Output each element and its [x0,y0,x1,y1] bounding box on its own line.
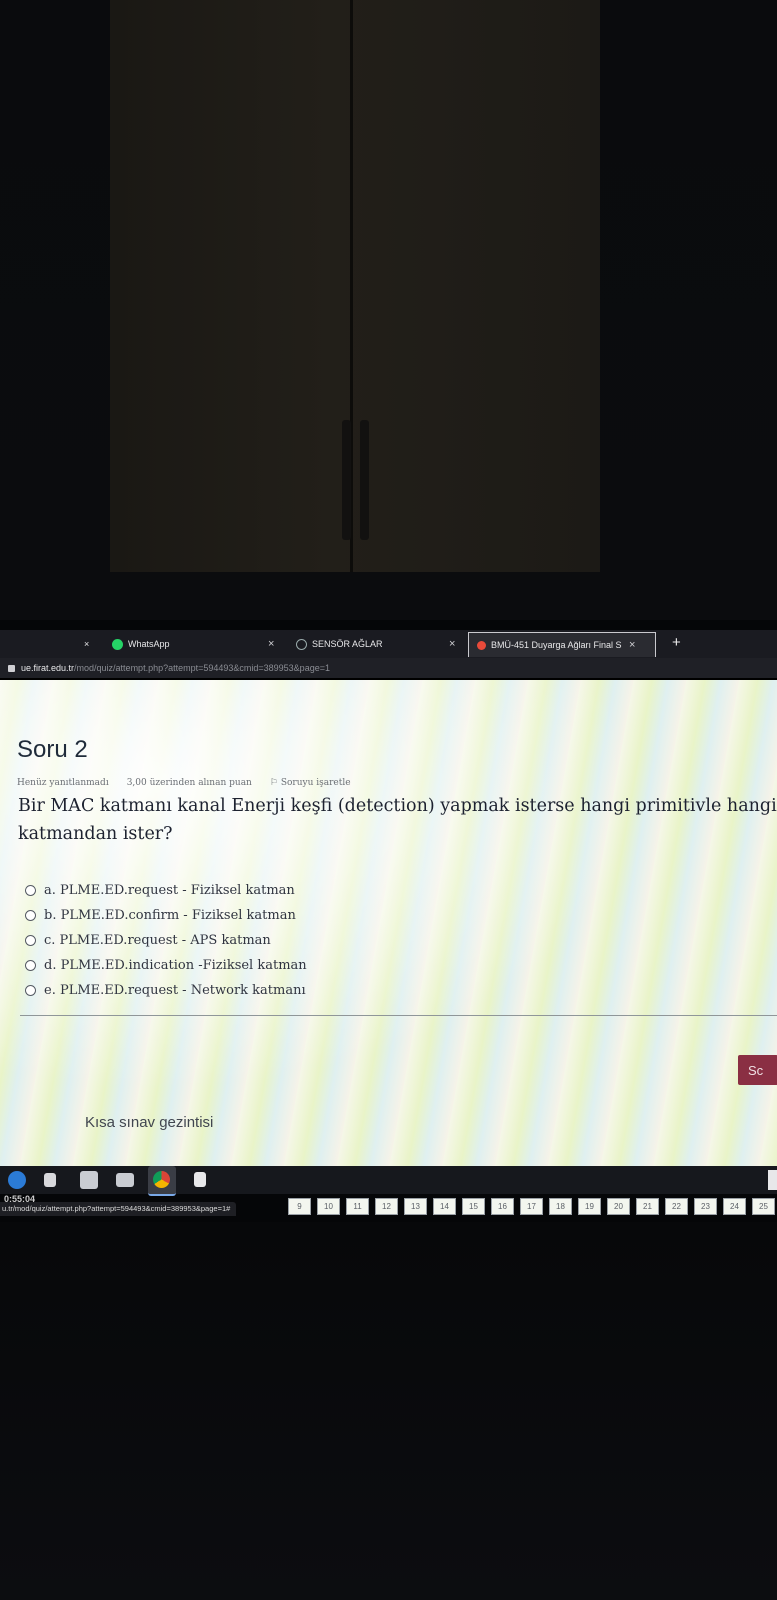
quiz-nav-page-button[interactable]: 21 [636,1198,659,1215]
quiz-nav-page-button[interactable]: 19 [578,1198,601,1215]
answer-label: b. PLME.ED.confirm - Fiziksel katman [44,908,296,923]
taskbar [0,1166,777,1196]
answer-status: Henüz yanıtlanmadı [17,778,109,788]
photo-background [0,0,777,620]
answer-option-d[interactable]: d. PLME.ED.indication -Fiziksel katman [25,953,307,978]
question-text: Bir MAC katmanı kanal Enerji keşfi (dete… [18,796,777,844]
flag-icon: ⚐ [269,778,278,788]
quiz-nav-page-button[interactable]: 13 [404,1198,427,1215]
answer-label: d. PLME.ED.indication -Fiziksel katman [44,958,307,973]
tab-sensor-aglar[interactable]: SENSÖR AĞLAR × [296,632,461,656]
lock-icon [8,664,15,672]
quiz-nav-page-button[interactable]: 18 [549,1198,572,1215]
url-path: /mod/quiz/attempt.php?attempt=594493&cmi… [74,663,330,673]
quiz-nav-page-button[interactable]: 11 [346,1198,369,1215]
quiz-nav-page-button[interactable]: 9 [288,1198,311,1215]
tab-label: BMÜ-451 Duyarga Ağları Final S [491,640,622,650]
close-icon[interactable]: × [268,638,274,650]
divider [20,1015,777,1016]
radio-button[interactable] [25,910,36,921]
document-icon[interactable] [194,1172,206,1187]
radio-button[interactable] [25,935,36,946]
quiz-nav-page-button[interactable]: 25 [752,1198,775,1215]
quiz-nav-page-button[interactable]: 12 [375,1198,398,1215]
flag-label: Soruyu işaretle [280,778,351,788]
status-bar-url: u.tr/mod/quiz/attempt.php?attempt=594493… [0,1202,237,1216]
quiz-nav-page-button[interactable]: 14 [433,1198,456,1215]
quiz-nav-page-button[interactable]: 20 [607,1198,630,1215]
radio-button[interactable] [25,885,36,896]
cabinet-door [110,0,600,572]
tray-arrow-icon[interactable] [768,1170,777,1190]
tab-quiz-active[interactable]: BMÜ-451 Duyarga Ağları Final S × [468,632,656,657]
answer-option-b[interactable]: b. PLME.ED.confirm - Fiziksel katman [25,903,307,928]
answer-options: a. PLME.ED.request - Fiziksel katman b. … [25,878,307,1003]
quiz-navigation-title: Kısa sınav gezintisi [85,1114,214,1131]
whatsapp-icon [112,638,123,650]
flag-question-link[interactable]: ⚐ Soruyu işaretle [270,778,351,788]
url-host: ue.firat.edu.tr [21,663,75,673]
laptop-screen: × WhatsApp × SENSÖR AĞLAR × BMÜ-451 Duya… [0,630,777,1222]
close-icon[interactable]: × [629,639,635,651]
question-title: Soru 2 [17,736,88,763]
quiz-page: Soru 2 Henüz yanıtlanmadı 3,00 üzerinden… [0,680,777,1216]
quiz-nav-page-button[interactable]: 16 [491,1198,514,1215]
question-info: Henüz yanıtlanmadı 3,00 üzerinden alınan… [17,778,351,788]
desk-surface [0,1222,777,1600]
answer-option-a[interactable]: a. PLME.ED.request - Fiziksel katman [25,878,307,903]
moodle-icon [477,640,486,650]
cabinet-handle-right [360,420,369,540]
close-icon[interactable]: × [449,638,455,650]
edge-icon[interactable] [8,1171,26,1189]
tab-whatsapp[interactable]: WhatsApp × [112,632,282,656]
next-page-button[interactable]: Sc [738,1055,777,1085]
new-tab-button[interactable]: + [672,634,681,651]
chrome-icon[interactable] [148,1166,176,1196]
answer-label: c. PLME.ED.request - APS katman [44,933,271,948]
tab-label: SENSÖR AĞLAR [312,639,383,649]
globe-icon [296,638,307,650]
radio-button[interactable] [25,960,36,971]
quiz-nav-page-button[interactable]: 22 [665,1198,688,1215]
quiz-nav-page-button[interactable]: 15 [462,1198,485,1215]
cabinet-handle-left [342,420,351,540]
browser-tab-bar: × WhatsApp × SENSÖR AĞLAR × BMÜ-451 Duya… [0,630,777,658]
quiz-nav-page-button[interactable]: 24 [723,1198,746,1215]
question-points: 3,00 üzerinden alınan puan [126,778,252,788]
quiz-nav-page-button[interactable]: 10 [317,1198,340,1215]
tab-close-prev[interactable]: × [84,632,94,656]
quiz-nav-page-button[interactable]: 23 [694,1198,717,1215]
answer-label: e. PLME.ED.request - Network katmanı [44,983,306,998]
close-icon[interactable]: × [84,639,89,649]
answer-label: a. PLME.ED.request - Fiziksel katman [44,883,295,898]
tab-label: WhatsApp [128,639,170,649]
quiz-navigation-buttons: 9 10 11 12 13 14 15 16 17 18 19 20 21 22 23 24 25 [288,1198,775,1215]
address-bar[interactable]: ue.firat.edu.tr /mod/quiz/attempt.php?at… [0,658,777,680]
answer-option-c[interactable]: c. PLME.ED.request - APS katman [25,928,307,953]
answer-option-e[interactable]: e. PLME.ED.request - Network katmanı [25,978,307,1003]
folder-icon[interactable] [116,1173,134,1187]
store-icon[interactable] [44,1173,56,1187]
mail-icon[interactable] [80,1171,98,1189]
radio-button[interactable] [25,985,36,996]
quiz-nav-page-button[interactable]: 17 [520,1198,543,1215]
